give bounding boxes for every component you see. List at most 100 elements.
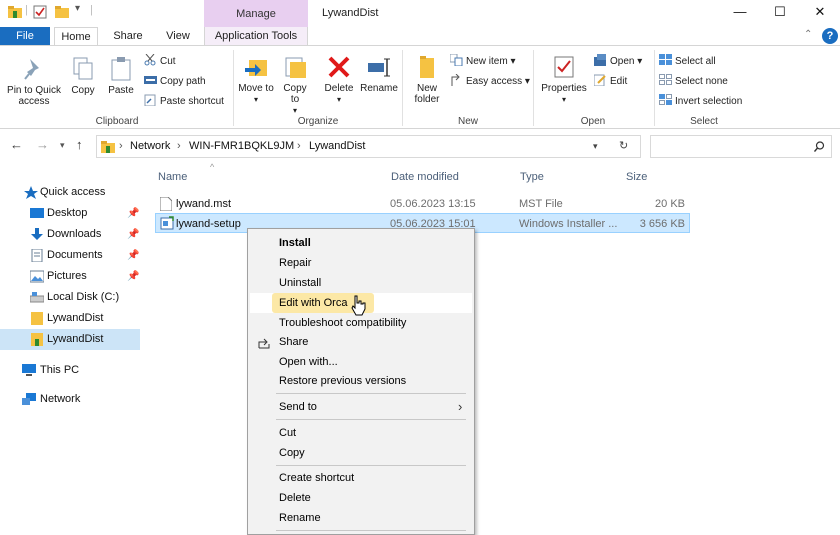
menu-item-copy[interactable]: Copy (250, 443, 472, 463)
tab-home[interactable]: Home (54, 27, 98, 46)
sidebar-item-label: Quick access (40, 186, 106, 198)
search-icon (813, 141, 825, 152)
breadcrumb-network[interactable]: Network (130, 136, 170, 157)
help-icon[interactable]: ? (822, 28, 838, 44)
menu-item-restore-previous-versions[interactable]: Restore previous versions (250, 371, 472, 391)
easy-access-button[interactable]: Easy access ▾ (450, 73, 530, 89)
collapse-ribbon-chevron-icon[interactable]: ⌃ (804, 29, 812, 40)
sidebar-item-quick-access[interactable]: Quick access (0, 182, 140, 203)
refresh-icon[interactable]: ↻ (619, 136, 628, 157)
scissors-icon (144, 53, 157, 66)
breadcrumb-server[interactable]: WIN-FMR1BQKL9JM (189, 136, 294, 157)
sidebar-item-network[interactable]: Network (0, 389, 140, 410)
folder-icon (8, 6, 22, 18)
paste-button[interactable]: Paste (104, 56, 138, 96)
drive-icon (29, 291, 45, 304)
menu-item-install[interactable]: Install (250, 233, 472, 253)
easy-access-icon (450, 73, 463, 86)
close-button[interactable]: ✕ (802, 0, 838, 26)
menu-item-label: Troubleshoot compatibility (279, 317, 407, 329)
menu-item-rename[interactable]: Rename (250, 508, 472, 528)
pin-icon (21, 56, 47, 82)
copy-path-icon (144, 74, 157, 86)
file-explorer-window: | ▾ | Manage LywandDist — ☐ ✕ File Home … (0, 0, 840, 535)
new-item-icon (449, 53, 463, 67)
breadcrumb-lywanddist[interactable]: LywandDist (309, 136, 365, 157)
new-folder-quick-icon[interactable] (55, 6, 69, 18)
column-header-type[interactable]: Type (520, 171, 544, 183)
sidebar-item-documents[interactable]: Documents 📌 (0, 245, 140, 266)
select-none-label: Select none (675, 76, 728, 87)
minimize-button[interactable]: — (722, 0, 758, 26)
sidebar-item-downloads[interactable]: Downloads 📌 (0, 224, 140, 245)
paste-shortcut-button[interactable]: Paste shortcut (144, 94, 224, 109)
menu-separator (276, 393, 466, 394)
file-type: MST File (519, 198, 563, 210)
ribbon-separator (654, 50, 655, 126)
customize-toolbar-chevron-icon[interactable]: ▾ (75, 3, 80, 14)
properties-quick-icon[interactable] (33, 5, 47, 19)
menu-item-share[interactable]: Share (250, 332, 472, 352)
move-to-icon (243, 54, 269, 80)
pin-to-quick-access-button[interactable]: Pin to Quick access (4, 56, 64, 107)
sidebar-item-this-pc[interactable]: This PC (0, 360, 140, 381)
pictures-icon (29, 270, 45, 283)
recent-locations-chevron-icon[interactable]: ▾ (60, 140, 65, 151)
copy-to-button[interactable]: Copy to ▾ (278, 54, 312, 116)
sidebar-item-lywanddist[interactable]: LywandDist (0, 308, 140, 329)
column-header-date[interactable]: Date modified (391, 171, 459, 183)
maximize-button[interactable]: ☐ (762, 0, 798, 26)
back-arrow-icon[interactable]: ← (10, 137, 23, 152)
delete-button[interactable]: Delete ▾ (320, 54, 358, 105)
column-header-size[interactable]: Size (626, 171, 647, 183)
breadcrumb[interactable]: › Network › WIN-FMR1BQKL9JM › LywandDist… (96, 135, 641, 158)
select-all-button[interactable]: Select all (659, 54, 716, 69)
new-folder-button[interactable]: New folder (406, 54, 448, 105)
new-item-label: New item (466, 56, 508, 67)
cut-button[interactable]: Cut (144, 53, 176, 69)
copy-to-label: Copy to (283, 83, 307, 105)
open-button[interactable]: Open ▾ (594, 54, 642, 69)
select-all-label: Select all (675, 56, 716, 67)
column-header-name[interactable]: Name (158, 171, 187, 183)
forward-arrow-icon[interactable]: → (36, 137, 49, 152)
copy-button[interactable]: Copy (66, 56, 100, 96)
properties-button[interactable]: Properties ▾ (538, 54, 590, 105)
sidebar-item-desktop[interactable]: Desktop 📌 (0, 203, 140, 224)
delete-label: Delete (324, 83, 354, 94)
tab-view[interactable]: View (158, 27, 198, 46)
invert-selection-label: Invert selection (675, 96, 743, 107)
edit-button[interactable]: Edit (593, 74, 627, 89)
select-none-button[interactable]: Select none (659, 74, 728, 89)
menu-item-send-to[interactable]: Send to › (250, 397, 472, 417)
sidebar-item-local-disk[interactable]: Local Disk (C:) (0, 287, 140, 308)
menu-item-delete[interactable]: Delete (250, 488, 472, 508)
address-history-chevron-icon[interactable]: ▾ (593, 136, 598, 157)
file-type: Windows Installer ... (519, 218, 618, 230)
table-row[interactable]: lywand.mst 05.06.2023 13:15 MST File 20 … (155, 194, 690, 214)
up-arrow-icon[interactable]: ↑ (76, 137, 83, 152)
menu-item-repair[interactable]: Repair (250, 253, 472, 273)
menu-item-label: Create shortcut (279, 472, 355, 484)
manage-context-tab[interactable]: Manage (204, 0, 308, 27)
sidebar-item-pictures[interactable]: Pictures 📌 (0, 266, 140, 287)
invert-selection-button[interactable]: Invert selection (659, 94, 742, 109)
tab-share[interactable]: Share (108, 27, 148, 46)
menu-item-create-shortcut[interactable]: Create shortcut (250, 468, 472, 488)
sidebar-item-lywanddist-network[interactable]: LywandDist (0, 329, 140, 350)
rename-button[interactable]: Rename (360, 54, 398, 94)
tab-application-tools[interactable]: Application Tools (204, 27, 308, 46)
move-to-button[interactable]: Move to ▾ (238, 54, 274, 105)
open-icon (594, 54, 607, 66)
tab-file[interactable]: File (0, 27, 50, 46)
menu-separator (276, 530, 466, 531)
sidebar-item-label: Pictures (47, 270, 87, 282)
search-input[interactable] (650, 135, 832, 158)
menu-item-cut[interactable]: Cut (250, 423, 472, 443)
new-item-button[interactable]: New item ▾ (449, 53, 516, 69)
menu-item-uninstall[interactable]: Uninstall (250, 273, 472, 293)
delete-chevron-icon: ▾ (336, 95, 341, 104)
copy-path-button[interactable]: Copy path (144, 74, 206, 89)
breadcrumb-separator-icon: › (177, 140, 181, 152)
menu-item-open-with[interactable]: Open with... (250, 352, 472, 372)
